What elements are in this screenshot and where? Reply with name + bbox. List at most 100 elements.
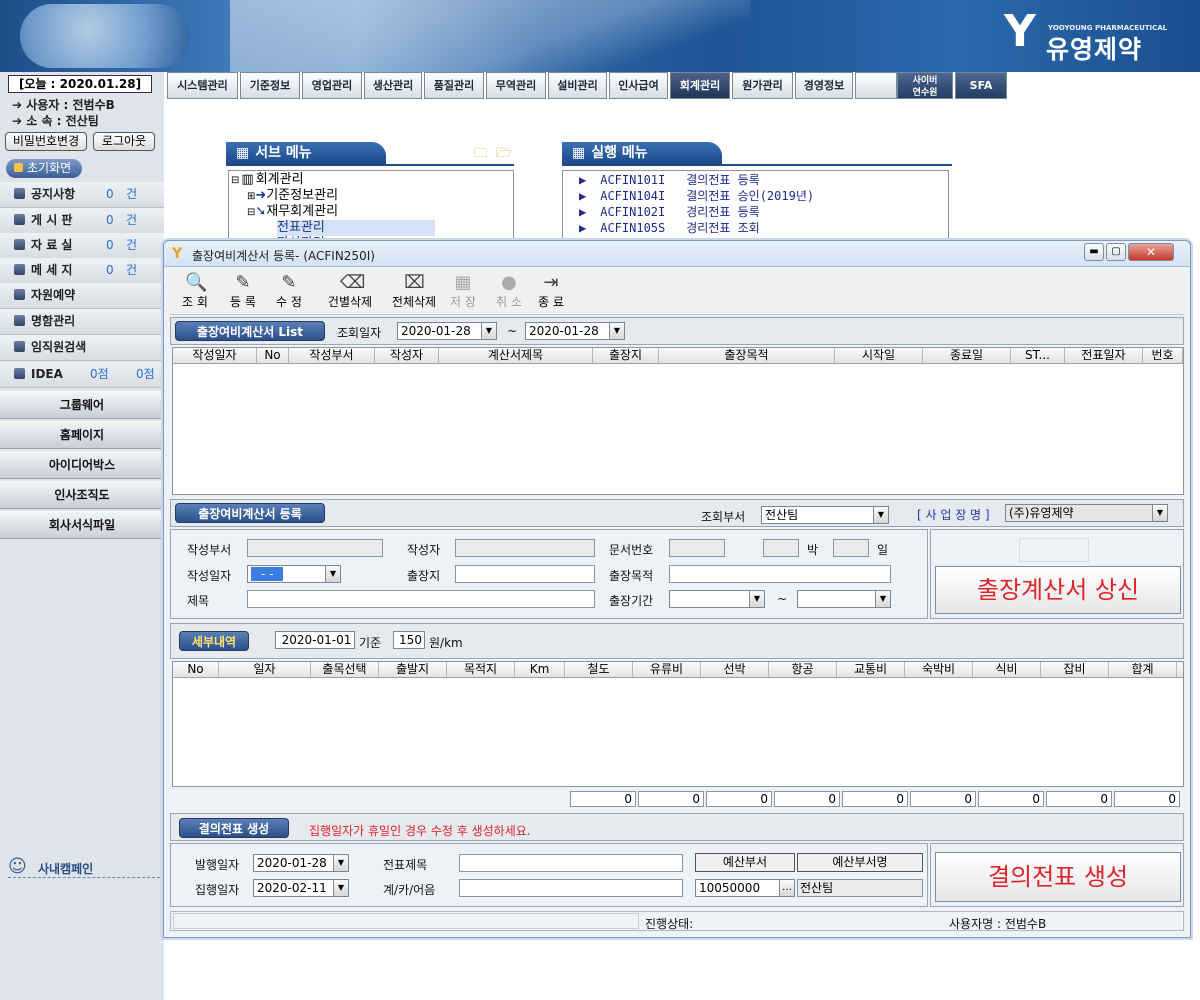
dropdown-arrow-icon[interactable]: ▼ [609, 323, 624, 339]
tab-6[interactable]: 설비관리 [548, 72, 607, 99]
base-date-field[interactable]: 2020-01-01 [275, 631, 355, 649]
toolbar-button-7[interactable]: ⇥ 종 료 [528, 271, 574, 313]
column-header[interactable]: 출목선택 [311, 662, 379, 677]
dropdown-arrow-icon[interactable]: ▼ [749, 591, 764, 607]
column-header[interactable]: 철도 [565, 662, 633, 677]
tree-node-accounting[interactable]: ⊟ ▥ 회계관리 [231, 172, 304, 189]
column-header[interactable]: 식비 [973, 662, 1041, 677]
toolbar-button-1[interactable]: ✎ 등 록 [220, 271, 266, 313]
column-header[interactable]: 작성자 [375, 348, 439, 363]
minimize-button[interactable]: ▬ [1084, 243, 1104, 261]
dropdown-arrow-icon[interactable]: ▼ [333, 880, 348, 896]
column-header[interactable]: 선박 [701, 662, 769, 677]
group-link-4[interactable]: 회사서식파일 [0, 511, 164, 539]
submit-expense-button[interactable]: 출장계산서 상신 [935, 566, 1181, 614]
sidebar-item-4[interactable]: 자원예약 [0, 283, 164, 309]
column-header[interactable]: 작성일자 [173, 348, 257, 363]
column-header[interactable]: ST... [1011, 348, 1065, 363]
tab-10[interactable]: 경영정보 [795, 72, 853, 99]
dropdown-arrow-icon[interactable]: ▼ [325, 566, 340, 582]
column-header[interactable]: 출장지 [593, 348, 659, 363]
period-to-select[interactable]: ▼ [797, 590, 891, 608]
column-header[interactable]: 잡비 [1041, 662, 1109, 677]
sidebar-item-2[interactable]: 자 료 실 0건 [0, 233, 164, 259]
account-field[interactable] [459, 879, 683, 897]
toolbar-button-0[interactable]: 🔍 조 회 [172, 271, 218, 313]
tree-node-master[interactable]: ⊞➜기준정보관리 [247, 188, 338, 205]
close-button[interactable]: ✕ [1128, 243, 1174, 261]
rate-field[interactable]: 150 [393, 631, 425, 649]
days-field[interactable] [833, 539, 869, 557]
nights-field[interactable] [763, 539, 799, 557]
tab-7[interactable]: 인사급여 [609, 72, 668, 99]
exec-date-field[interactable]: 2020-02-11 ▼ [253, 879, 349, 897]
sidebar-item-7[interactable]: IDEA 0점 0점 [0, 362, 164, 388]
column-header[interactable]: 전표일자 [1065, 348, 1143, 363]
run-menu-item[interactable]: ▶ ACFIN105S 경리전표 조회 [579, 220, 760, 236]
column-header[interactable]: 유류비 [633, 662, 701, 677]
toolbar-button-6[interactable]: ● 취 소 [486, 271, 532, 313]
writer-field[interactable] [455, 539, 595, 557]
dropdown-arrow-icon[interactable]: ▼ [875, 591, 890, 607]
dropdown-arrow-icon[interactable]: ▼ [873, 507, 888, 523]
query-date-to[interactable]: 2020-01-28 ▼ [525, 322, 625, 340]
detail-grid[interactable]: No 일자 출목선택 출발지 목적지 Km 철도 유류비 선박 항공 교통비 숙박비 식비 잡비 합계 [172, 661, 1184, 787]
write-date-field[interactable]: - - ▼ [247, 565, 341, 583]
run-menu-item[interactable]: ▶ ACFIN102I 경리전표 등록 [579, 204, 760, 220]
sidebar-item-6[interactable]: 임직원검색 [0, 335, 164, 361]
change-password-button[interactable]: 비밀번호변경 [5, 132, 87, 151]
toolbar-button-4[interactable]: ⌧ 전체삭제 [384, 271, 444, 313]
period-from-select[interactable]: ▼ [669, 590, 765, 608]
tab-cyber-academy[interactable]: 사이버 연수원 [897, 72, 953, 99]
tab-0[interactable]: 시스템관리 [167, 72, 238, 99]
column-header[interactable]: 목적지 [447, 662, 515, 677]
issue-date-field[interactable]: 2020-01-28 ▼ [253, 854, 349, 872]
column-header[interactable]: Km [515, 662, 565, 677]
group-link-0[interactable]: 그룹웨어 [0, 391, 164, 419]
sidebar-item-1[interactable]: 게 시 판 0건 [0, 208, 164, 234]
tree-node-voucher[interactable]: 전표관리 [277, 220, 435, 236]
column-header[interactable]: 종료일 [923, 348, 1011, 363]
group-link-2[interactable]: 아이디어박스 [0, 451, 164, 479]
column-header[interactable]: 일자 [219, 662, 311, 677]
create-voucher-button[interactable]: 결의전표 생성 [935, 852, 1181, 902]
biz-select[interactable]: (주)유영제약 ▼ [1005, 504, 1168, 522]
tab-8[interactable]: 회계관리 [670, 72, 730, 99]
column-header[interactable]: 교통비 [837, 662, 905, 677]
toolbar-button-3[interactable]: ⌫ 건별삭제 [320, 271, 380, 313]
toolbar-button-2[interactable]: ✎ 수 정 [266, 271, 312, 313]
column-header[interactable]: 작성부서 [289, 348, 375, 363]
sidebar-item-5[interactable]: 명함관리 [0, 309, 164, 335]
dropdown-arrow-icon[interactable]: ▼ [1152, 505, 1167, 521]
group-link-1[interactable]: 홈페이지 [0, 421, 164, 449]
voucher-subject-field[interactable] [459, 854, 683, 872]
column-header[interactable]: 시작일 [835, 348, 923, 363]
docno-field[interactable] [669, 539, 725, 557]
query-date-from[interactable]: 2020-01-28 ▼ [397, 322, 497, 340]
budget-dept-button[interactable]: 예산부서 [695, 853, 795, 872]
expense-list-grid[interactable]: 작성일자 No 작성부서 작성자 계산서제목 출장지 출장목적 시작일 종료일 ST... 전표일자… [172, 347, 1184, 495]
purpose-field[interactable] [669, 565, 891, 583]
tree-node-finance[interactable]: ⊟➘재무회계관리 [247, 204, 338, 221]
sidebar-item-0[interactable]: 공지사항 0 건 [0, 182, 164, 208]
column-header[interactable]: 번호 [1143, 348, 1183, 363]
column-header[interactable]: No [257, 348, 289, 363]
sidebar-item-3[interactable]: 메 세 지 0건 [0, 258, 164, 284]
tab-2[interactable]: 영업관리 [302, 72, 362, 99]
column-header[interactable]: 합계 [1109, 662, 1177, 677]
run-menu-item[interactable]: ▶ ACFIN101I 결의전표 등록 [579, 172, 760, 188]
tab-4[interactable]: 품질관리 [424, 72, 484, 99]
column-header[interactable]: 숙박비 [905, 662, 973, 677]
toolbar-button-5[interactable]: ▦ 저 장 [440, 271, 486, 313]
tab-5[interactable]: 무역관리 [486, 72, 546, 99]
lookup-icon[interactable]: … [779, 880, 794, 896]
budget-code-field[interactable]: 10050000… [695, 879, 795, 897]
dropdown-arrow-icon[interactable]: ▼ [481, 323, 496, 339]
tab-9[interactable]: 원가관리 [732, 72, 793, 99]
folder-icon[interactable]: 🗀 [474, 144, 487, 166]
place-field[interactable] [455, 565, 595, 583]
home-button[interactable]: 초기화면 [6, 159, 82, 178]
campaign-link[interactable]: ☺ 사내캠페인 [8, 856, 160, 878]
tab-3[interactable]: 생산관리 [364, 72, 422, 99]
column-header[interactable]: 계산서제목 [439, 348, 593, 363]
